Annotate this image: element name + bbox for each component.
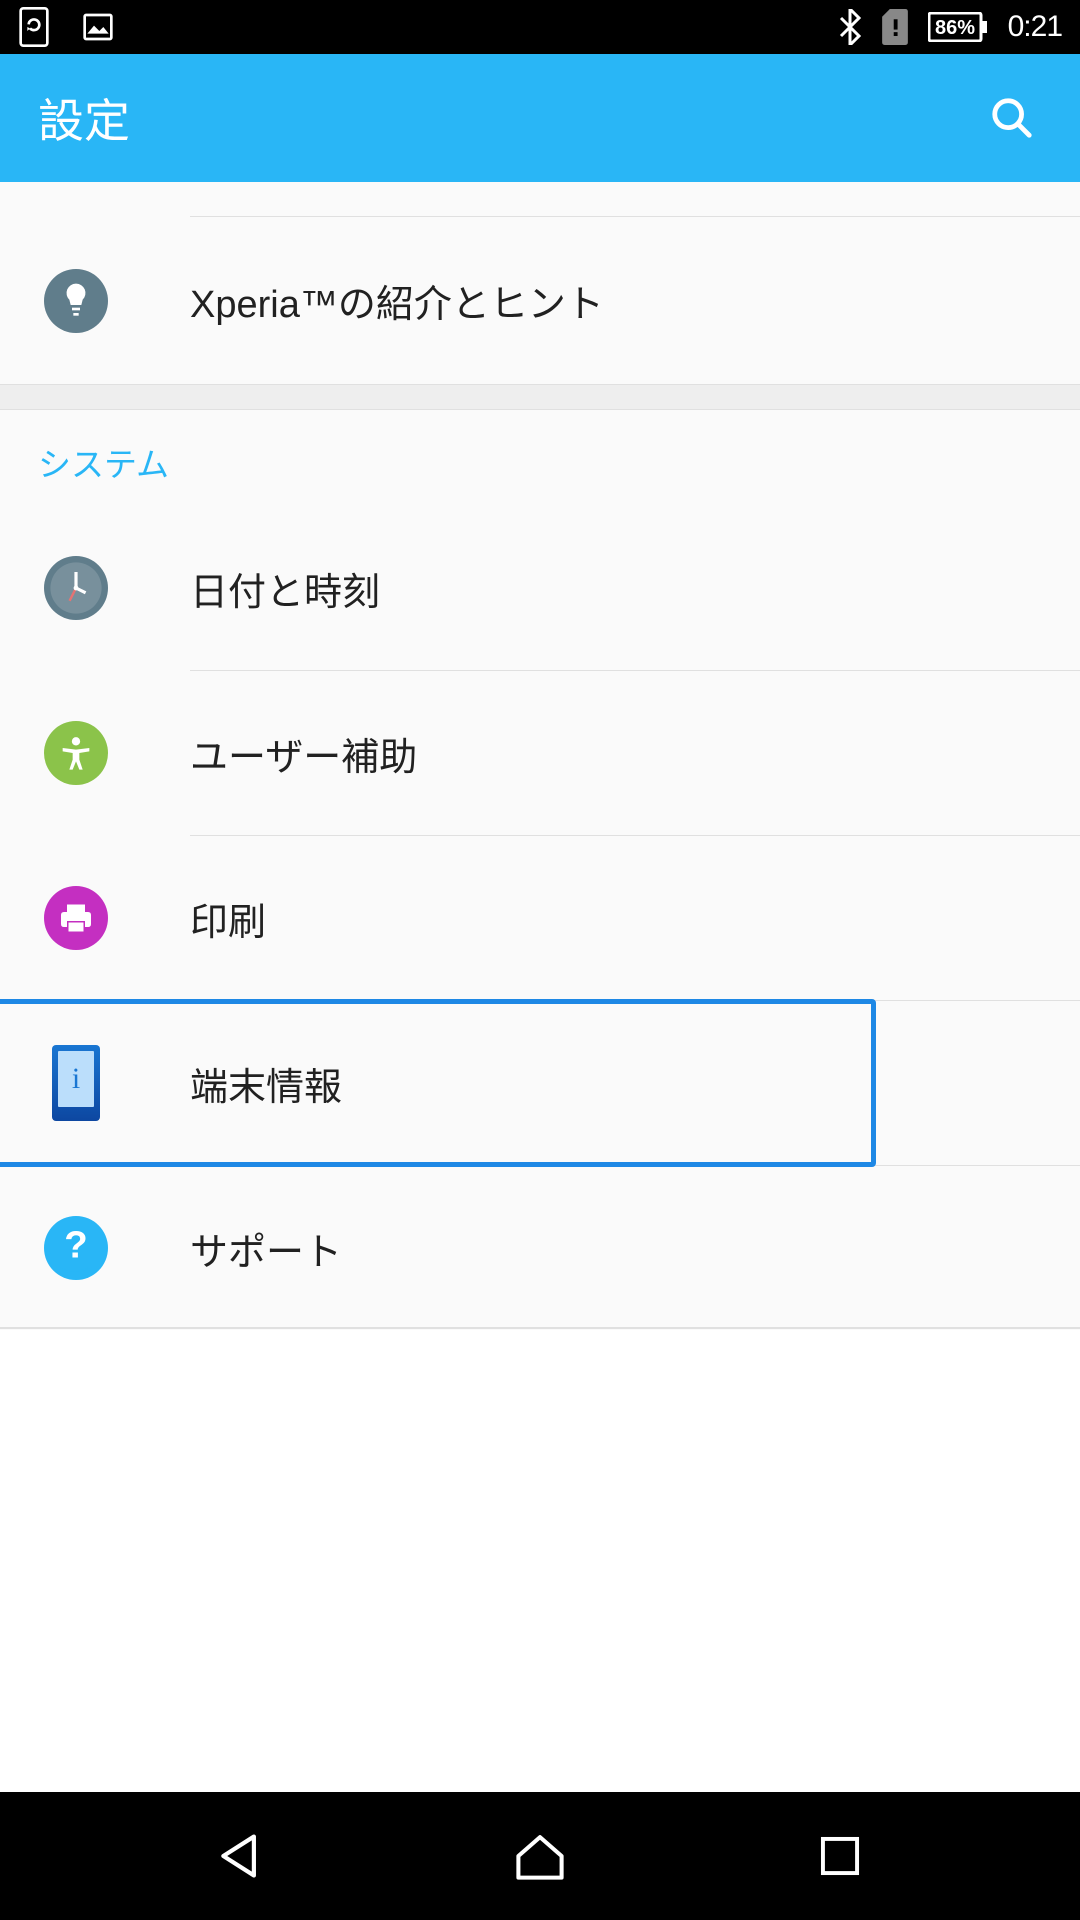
back-icon — [215, 1831, 265, 1881]
home-button[interactable] — [500, 1816, 580, 1896]
search-icon — [989, 95, 1035, 141]
app-bar: 設定 — [0, 54, 1080, 182]
setting-label: 端末情報 — [190, 1056, 342, 1111]
clock-icon — [44, 556, 108, 620]
setting-label: サポート — [190, 1221, 342, 1276]
navigation-bar — [0, 1792, 1080, 1920]
setting-item-accessibility[interactable]: ユーザー補助 — [0, 671, 1080, 835]
setting-item-date-time[interactable]: 日付と時刻 — [0, 506, 1080, 670]
setting-label: ユーザー補助 — [190, 726, 417, 781]
settings-list: Xperia™の紹介とヒント システム 日付と時刻 ユーザー補助 印刷 端末情報 — [0, 182, 1080, 1330]
setting-item-printing[interactable]: 印刷 — [0, 836, 1080, 1000]
svg-text:86%: 86% — [935, 17, 975, 39]
sd-card-alert-icon — [882, 9, 908, 45]
lightbulb-icon — [44, 269, 108, 333]
home-icon — [513, 1831, 567, 1881]
help-icon: ? — [44, 1216, 108, 1280]
setting-label: Xperia™の紹介とヒント — [190, 273, 604, 328]
battery-indicator: 86% — [928, 12, 988, 42]
setting-label: 日付と時刻 — [190, 561, 380, 616]
bluetooth-icon — [838, 9, 862, 45]
image-icon — [82, 11, 114, 43]
refresh-app-icon — [18, 7, 50, 47]
page-title: 設定 — [38, 85, 130, 151]
setting-item-xperia-tips[interactable]: Xperia™の紹介とヒント — [0, 217, 1080, 384]
blank-area — [0, 1330, 1080, 1792]
back-button[interactable] — [200, 1816, 280, 1896]
phone-info-icon — [52, 1045, 100, 1121]
accessibility-icon — [44, 721, 108, 785]
printer-icon — [44, 886, 108, 950]
status-time: 0:21 — [1008, 10, 1062, 44]
square-icon — [819, 1835, 861, 1877]
setting-item-support[interactable]: ? サポート — [0, 1166, 1080, 1330]
svg-text:?: ? — [64, 1224, 87, 1267]
recents-button[interactable] — [800, 1816, 880, 1896]
section-header-system: システム — [0, 410, 1080, 506]
selection-highlight — [0, 999, 876, 1167]
setting-label: 印刷 — [190, 891, 266, 946]
section-gap — [0, 384, 1080, 410]
search-button[interactable] — [982, 88, 1042, 148]
setting-item-about-phone[interactable]: 端末情報 — [0, 1001, 1080, 1165]
status-bar: 86% 0:21 — [0, 0, 1080, 54]
